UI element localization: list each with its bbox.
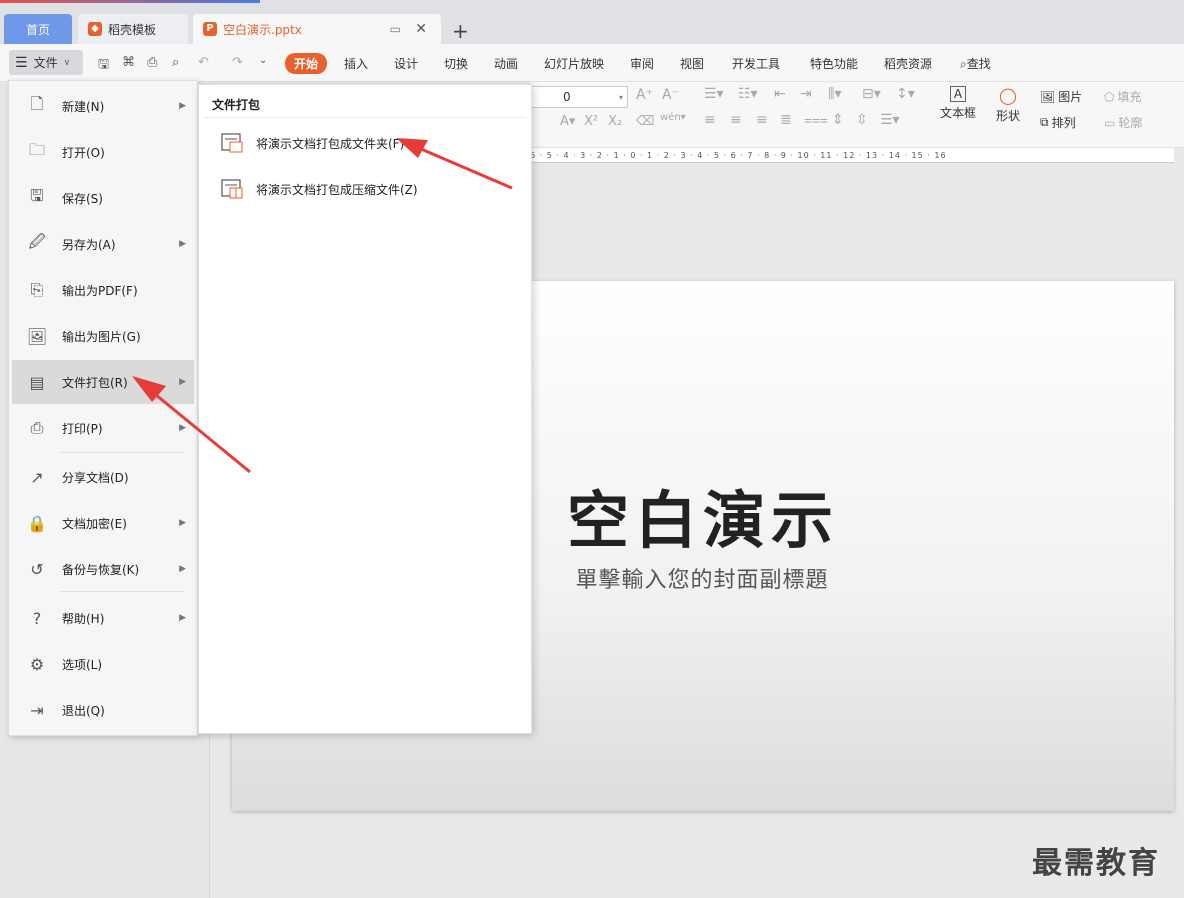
arrow-to-folder-line [413, 144, 513, 190]
annotation-arrows [132, 138, 513, 474]
arrow-to-package-line [149, 388, 251, 474]
arrow-to-folder-head [396, 138, 428, 158]
